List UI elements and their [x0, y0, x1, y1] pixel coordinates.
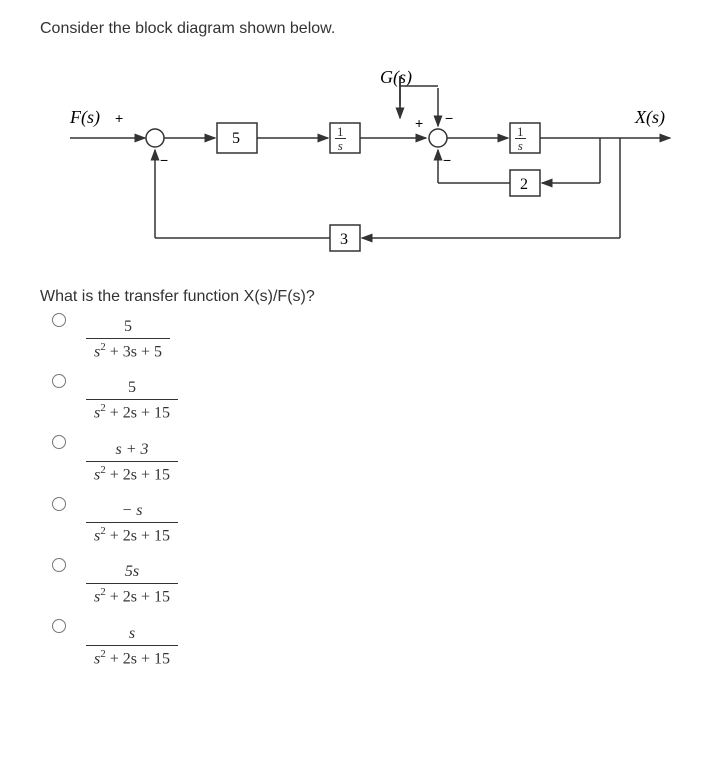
summer-2 — [429, 129, 447, 147]
summer-1 — [146, 129, 164, 147]
radio-4[interactable] — [52, 497, 66, 511]
prompt-text: Consider the block diagram shown below. — [40, 20, 673, 38]
radio-5[interactable] — [52, 558, 66, 572]
option-4[interactable]: − s s2 + 2s + 15 — [52, 502, 673, 545]
option-6[interactable]: s s2 + 2s + 15 — [52, 625, 673, 668]
block-2-text: 2 — [520, 176, 528, 193]
options-group: 5 s2 + 3s + 5 5 s2 + 2s + 15 s + 3 s2 + … — [40, 318, 673, 668]
sign-minus2: − — [445, 110, 453, 126]
option-4-fraction: − s s2 + 2s + 15 — [86, 502, 178, 545]
frac-1s-2: 1s — [515, 125, 526, 151]
label-X: X(s) — [634, 107, 665, 128]
label-F: F(s) — [69, 107, 100, 128]
frac-1s-1: 1s — [335, 125, 346, 151]
sign-minus3: − — [443, 152, 451, 168]
question-text: What is the transfer function X(s)/F(s)? — [40, 288, 673, 306]
option-2-fraction: 5 s2 + 2s + 15 — [86, 379, 178, 422]
option-1-fraction: 5 s2 + 3s + 5 — [86, 318, 170, 361]
sign-minus1: − — [160, 152, 168, 168]
option-6-fraction: s s2 + 2s + 15 — [86, 625, 178, 668]
block-diagram: F(s) + − 5 1s G(s) + − — [60, 68, 680, 258]
radio-6[interactable] — [52, 619, 66, 633]
option-2[interactable]: 5 s2 + 2s + 15 — [52, 379, 673, 422]
sign-plus1: + — [115, 110, 123, 126]
option-1[interactable]: 5 s2 + 3s + 5 — [52, 318, 673, 361]
option-5[interactable]: 5s s2 + 2s + 15 — [52, 563, 673, 606]
option-3-fraction: s + 3 s2 + 2s + 15 — [86, 441, 178, 484]
block-3-text: 3 — [340, 231, 348, 248]
radio-1[interactable] — [52, 313, 66, 327]
option-5-fraction: 5s s2 + 2s + 15 — [86, 563, 178, 606]
label-G: G(s) — [380, 68, 412, 88]
option-3[interactable]: s + 3 s2 + 2s + 15 — [52, 441, 673, 484]
radio-2[interactable] — [52, 374, 66, 388]
sign-plus2: + — [415, 115, 423, 131]
radio-3[interactable] — [52, 435, 66, 449]
block-5-text: 5 — [232, 130, 240, 147]
